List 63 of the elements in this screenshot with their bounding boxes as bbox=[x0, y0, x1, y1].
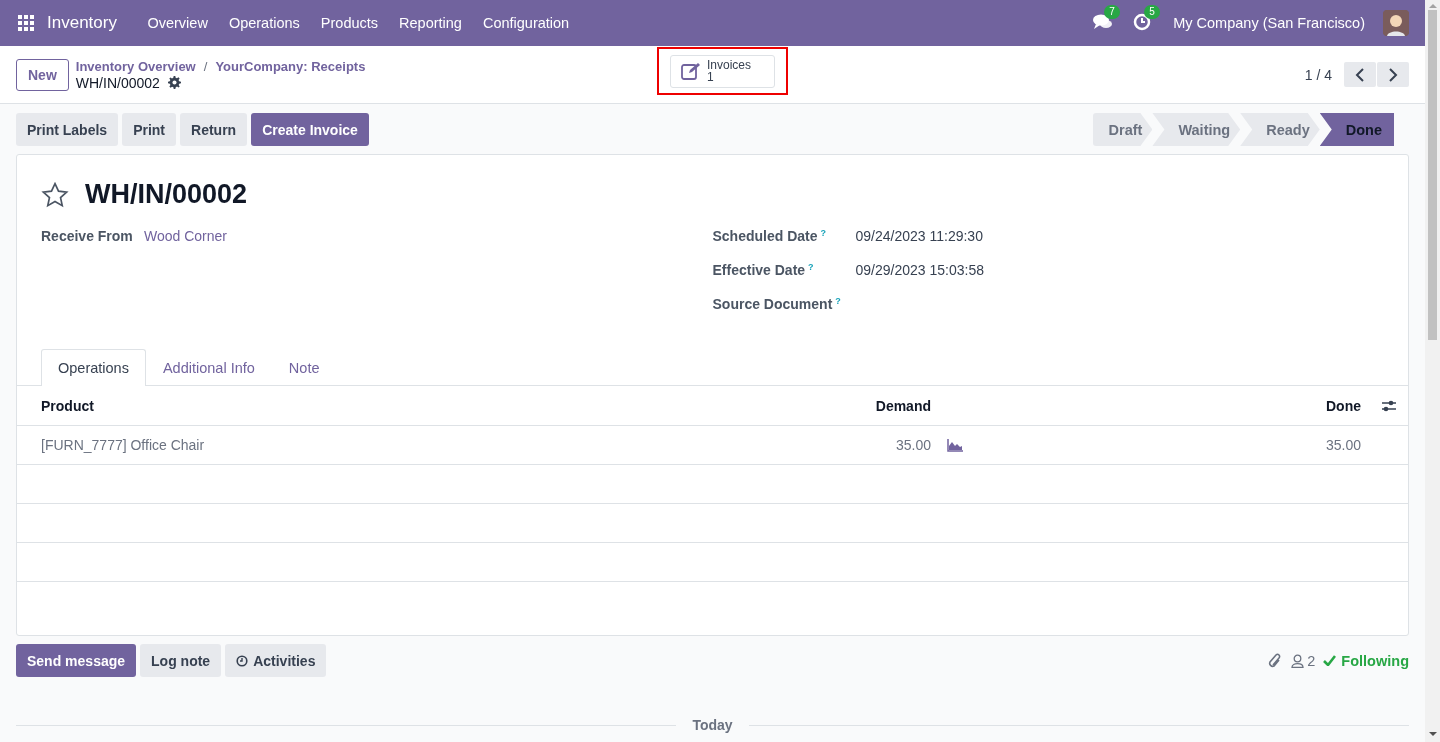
table-cell[interactable]: [FURN_7777] Office Chair bbox=[41, 437, 821, 453]
avatar-icon[interactable] bbox=[1383, 10, 1409, 36]
table-cell-text: 35.00 bbox=[894, 437, 931, 453]
menu-item[interactable]: Reporting bbox=[388, 15, 473, 31]
apps-menu-icon[interactable] bbox=[18, 15, 34, 31]
clock-icon bbox=[236, 654, 249, 667]
action-button[interactable]: Create Invoice bbox=[251, 113, 369, 146]
form-tab[interactable]: Operations bbox=[41, 349, 146, 386]
followers-button[interactable]: 2 bbox=[1291, 652, 1316, 669]
company-switcher[interactable]: My Company (San Francisco) bbox=[1173, 15, 1365, 31]
action-button[interactable]: Print Labels bbox=[16, 113, 119, 146]
status-step[interactable]: Draft bbox=[1092, 113, 1153, 146]
following-button[interactable]: Following bbox=[1323, 652, 1409, 669]
menu-item[interactable]: Overview bbox=[136, 15, 219, 31]
field-label: Source Document $^{?}$ bbox=[712, 296, 842, 312]
action-button[interactable]: Return bbox=[180, 113, 248, 146]
chatter-button[interactable]: Send message bbox=[16, 644, 137, 677]
menu-item[interactable]: Operations bbox=[218, 15, 311, 31]
chevron-right-icon bbox=[1388, 67, 1398, 82]
edit-icon bbox=[681, 62, 701, 80]
check-icon bbox=[1323, 655, 1337, 666]
date-divider-label: Today bbox=[692, 717, 733, 733]
column-settings-icon[interactable] bbox=[1381, 398, 1397, 413]
form-tab[interactable]: Note bbox=[271, 349, 337, 386]
pager-value: 1 / 4 bbox=[1304, 66, 1332, 83]
scrollbar[interactable] bbox=[1425, 0, 1440, 742]
breadcrumb-link[interactable]: Inventory Overview bbox=[75, 58, 196, 74]
field-value: 09/24/2023 11:29:30 bbox=[855, 228, 983, 244]
column-header[interactable]: Product bbox=[41, 397, 821, 414]
breadcrumb-link[interactable]: YourCompany: Receipts bbox=[215, 58, 366, 74]
field-label: Receive From bbox=[41, 228, 134, 244]
activity-count-badge: 5 bbox=[1144, 5, 1160, 19]
status-step[interactable]: Done bbox=[1319, 113, 1394, 146]
previous-button[interactable] bbox=[1344, 62, 1376, 87]
menu-item[interactable]: Configuration bbox=[472, 15, 580, 31]
clock-icon[interactable] bbox=[1133, 13, 1152, 31]
breadcrumb-separator: / bbox=[203, 58, 208, 74]
menu-item[interactable]: Products bbox=[310, 15, 389, 31]
form-tab[interactable]: Additional Info bbox=[145, 349, 272, 386]
chatter-button[interactable]: Log note bbox=[140, 644, 222, 677]
field-label: Scheduled Date $^{?}$ bbox=[712, 228, 828, 244]
column-header[interactable]: Done bbox=[967, 397, 1361, 414]
field-link[interactable]: Wood Corner bbox=[144, 228, 227, 244]
area-chart-icon[interactable] bbox=[947, 438, 963, 452]
column-header[interactable]: Demand bbox=[821, 397, 931, 414]
next-button[interactable] bbox=[1377, 62, 1409, 87]
status-step[interactable]: Ready bbox=[1240, 113, 1320, 146]
message-count-badge: 7 bbox=[1104, 5, 1120, 19]
new-button[interactable]: New bbox=[16, 58, 69, 91]
invoices-smart-button[interactable]: Invoices 1 bbox=[670, 54, 775, 88]
gear-icon[interactable] bbox=[167, 76, 181, 89]
record-title: WH/IN/00002 bbox=[85, 179, 248, 210]
app-name[interactable]: Inventory bbox=[47, 13, 117, 33]
person-icon bbox=[1291, 653, 1305, 668]
record-name: WH/IN/00002 bbox=[75, 74, 160, 91]
chevron-left-icon bbox=[1355, 67, 1365, 82]
chatter-button[interactable]: Activities bbox=[225, 644, 327, 677]
action-button[interactable]: Print bbox=[122, 113, 177, 146]
field-label: Effective Date $^{?}$ bbox=[712, 262, 815, 278]
table-cell-text: 35.00 bbox=[1324, 437, 1361, 453]
star-icon[interactable] bbox=[41, 181, 69, 208]
status-step[interactable]: Waiting bbox=[1152, 113, 1241, 146]
field-value: 09/29/2023 15:03:58 bbox=[855, 262, 984, 278]
